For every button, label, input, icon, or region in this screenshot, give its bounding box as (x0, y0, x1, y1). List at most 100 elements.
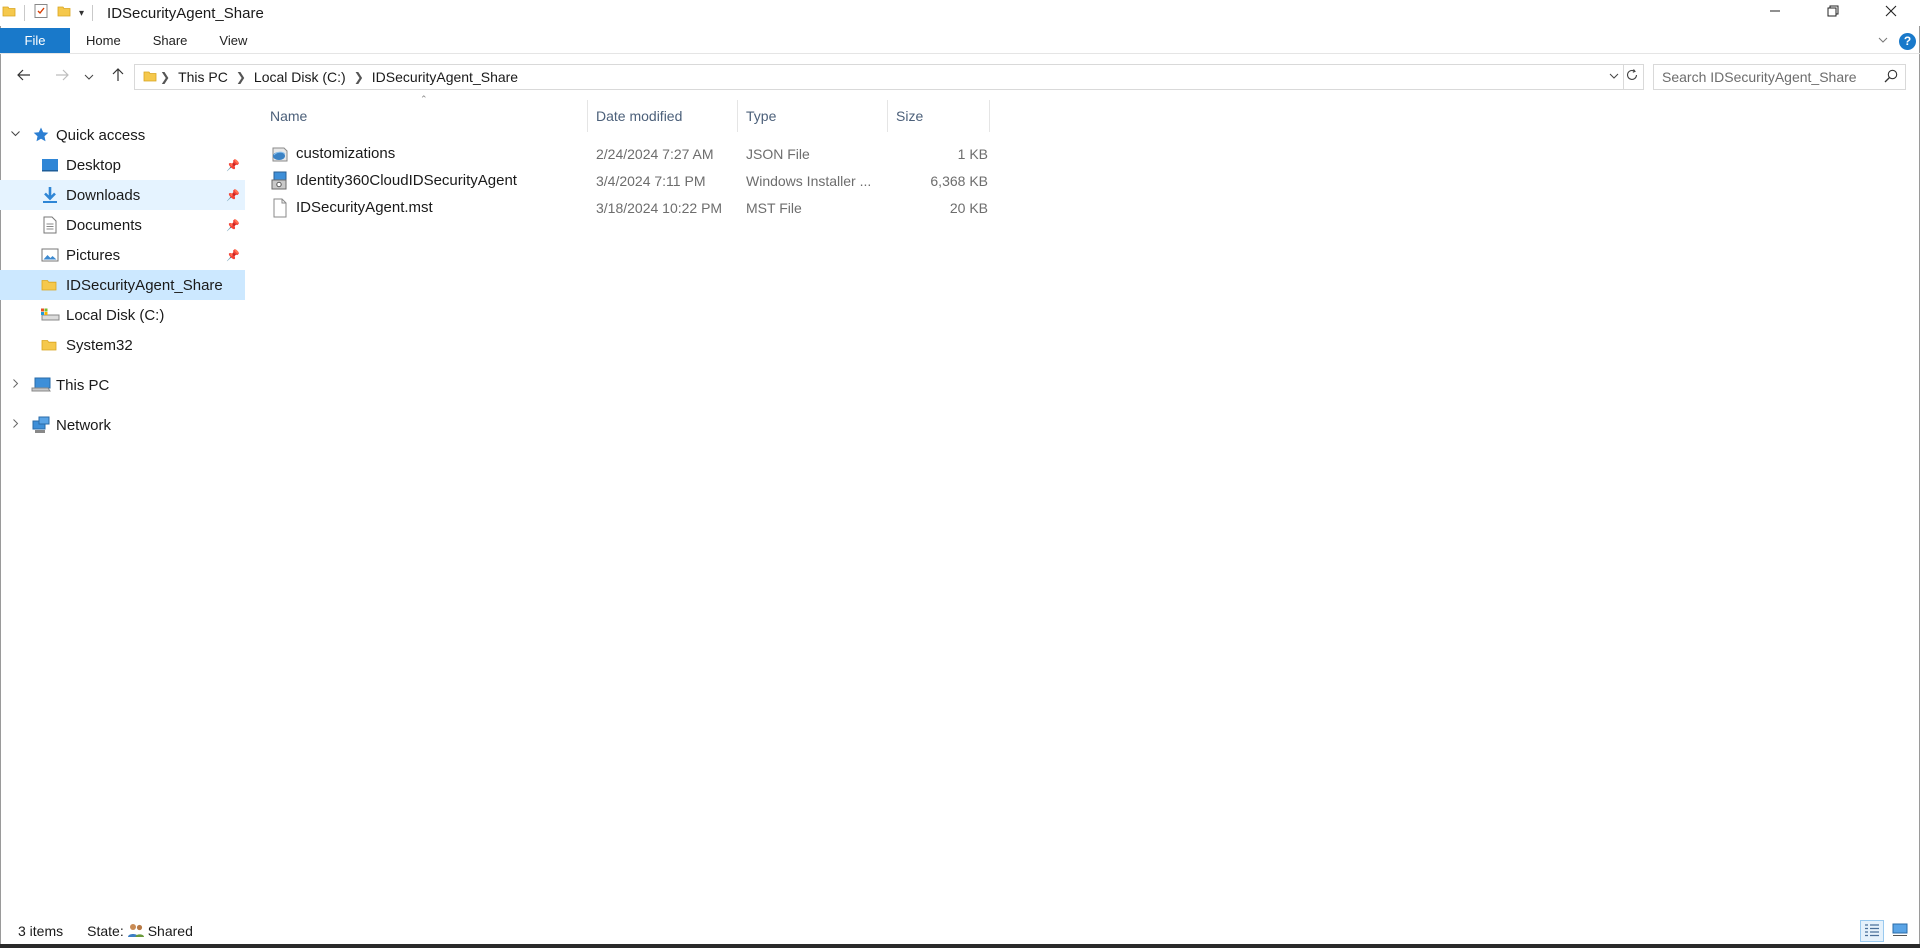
file-name: customizations (296, 145, 396, 162)
desktop-icon (41, 157, 59, 173)
tab-file[interactable]: File (0, 28, 70, 53)
title-bar: ▾ IDSecurityAgent_Share (0, 0, 1920, 26)
breadcrumb-this-pc[interactable]: This PC (173, 69, 233, 85)
ribbon-right-controls: ? (1877, 28, 1916, 54)
properties-icon[interactable] (33, 3, 49, 23)
forward-button[interactable] (50, 60, 74, 94)
drive-icon (40, 307, 60, 323)
window-title: IDSecurityAgent_Share (107, 4, 264, 22)
nav-item-system32[interactable]: System32 (0, 330, 245, 360)
search-input[interactable]: Search IDSecurityAgent_Share (1653, 64, 1906, 90)
table-row[interactable]: customizations 2/24/2024 7:27 AM JSON Fi… (262, 140, 992, 167)
tab-home[interactable]: Home (70, 28, 137, 53)
file-type: MST File (746, 199, 802, 216)
help-button[interactable]: ? (1899, 32, 1916, 50)
table-row[interactable]: Identity360CloudIDSecurityAgent 3/4/2024… (262, 167, 992, 194)
tab-share[interactable]: Share (137, 28, 204, 53)
file-date: 2/24/2024 7:27 AM (596, 145, 714, 162)
recent-locations-button[interactable] (81, 60, 97, 94)
share-state: State: Shared (87, 922, 193, 941)
nav-item-desktop[interactable]: Desktop 📌 (0, 150, 245, 180)
pin-icon: 📌 (226, 219, 240, 232)
chevron-right-icon[interactable]: ❯ (351, 70, 367, 84)
item-count: 3 items (18, 923, 64, 939)
shared-users-icon (127, 922, 145, 941)
file-size: 20 KB (949, 199, 988, 216)
state-label: State: (87, 923, 124, 939)
up-button[interactable] (106, 60, 130, 94)
file-type: Windows Installer ... (746, 172, 872, 189)
column-header-label: Type (746, 108, 777, 124)
toolbar-separator (24, 5, 25, 21)
search-icon (1883, 68, 1899, 87)
large-icons-view-icon (1892, 923, 1908, 940)
column-header-name[interactable]: Name (262, 100, 588, 132)
chevron-right-icon[interactable]: ❯ (233, 70, 249, 84)
breadcrumb-current-folder[interactable]: IDSecurityAgent_Share (367, 69, 523, 85)
restore-button[interactable] (1804, 0, 1862, 26)
nav-item-idsecurityagent-share[interactable]: IDSecurityAgent_Share (0, 270, 245, 300)
nav-quick-access-label: Quick access (56, 126, 146, 144)
downloads-icon (41, 186, 59, 204)
view-switcher (1860, 920, 1912, 942)
back-button[interactable] (12, 60, 36, 94)
chevron-right-icon[interactable]: ❯ (157, 70, 173, 84)
nav-item-label: Desktop (66, 156, 122, 174)
nav-quick-access[interactable]: Quick access (0, 120, 245, 150)
nav-item-local-disk[interactable]: Local Disk (C:) (0, 300, 245, 330)
blank-file-icon (270, 198, 290, 218)
installer-icon (270, 171, 290, 191)
arrow-left-icon (16, 67, 32, 88)
file-date: 3/18/2024 10:22 PM (596, 199, 723, 216)
file-list: ⌃ Name Date modified Type Size customiza… (262, 94, 1912, 910)
chevron-down-icon (84, 67, 94, 87)
nav-item-documents[interactable]: Documents 📌 (0, 210, 245, 240)
refresh-button[interactable] (1620, 64, 1644, 90)
details-view-button[interactable] (1860, 920, 1884, 942)
nav-item-label: Local Disk (C:) (66, 306, 165, 324)
chevron-down-icon[interactable] (8, 128, 22, 142)
window-controls (1746, 0, 1920, 26)
column-header-label: Size (896, 108, 924, 124)
tab-view[interactable]: View (203, 28, 263, 53)
pin-icon: 📌 (226, 189, 240, 202)
breadcrumb-local-disk[interactable]: Local Disk (C:) (249, 69, 351, 85)
file-name-cell: IDSecurityAgent.mst (270, 194, 586, 221)
pictures-icon (41, 247, 59, 263)
close-button[interactable] (1862, 0, 1920, 26)
star-icon (32, 126, 50, 144)
file-name-cell: customizations (270, 140, 586, 167)
nav-item-downloads[interactable]: Downloads 📌 (0, 180, 245, 210)
address-bar[interactable]: ❯ This PC ❯ Local Disk (C:) ❯ IDSecurity… (134, 64, 1624, 90)
chevron-right-icon[interactable] (8, 378, 22, 392)
network-icon (31, 416, 51, 434)
customize-toolbar-icon[interactable]: ▾ (79, 8, 84, 19)
nav-item-label: Pictures (66, 246, 121, 264)
pin-icon: 📌 (226, 249, 240, 262)
new-folder-icon[interactable] (57, 4, 71, 22)
column-header-type[interactable]: Type (738, 100, 888, 132)
taskbar-edge (0, 944, 1920, 948)
address-history-dropdown[interactable] (1609, 65, 1619, 89)
restore-icon (1827, 4, 1839, 22)
nav-network[interactable]: Network (0, 410, 245, 440)
nav-item-label: Documents (66, 216, 142, 234)
chevron-right-icon[interactable] (8, 418, 22, 432)
nav-item-label: IDSecurityAgent_Share (66, 276, 223, 294)
expand-ribbon-icon[interactable] (1877, 33, 1889, 50)
column-header-label: Date modified (596, 108, 683, 124)
status-bar: 3 items State: Shared (0, 918, 1920, 944)
refresh-icon (1625, 68, 1639, 86)
folder-icon (143, 69, 157, 86)
file-name: Identity360CloudIDSecurityAgent (296, 172, 517, 189)
folder-icon (2, 4, 16, 22)
ribbon-tabs: File Home Share View ? (0, 28, 1920, 54)
nav-this-pc[interactable]: This PC (0, 370, 245, 400)
minimize-button[interactable] (1746, 0, 1804, 26)
column-header-size[interactable]: Size (888, 100, 990, 132)
column-header-date[interactable]: Date modified (588, 100, 738, 132)
large-icons-view-button[interactable] (1888, 920, 1912, 942)
file-type: JSON File (746, 145, 810, 162)
table-row[interactable]: IDSecurityAgent.mst 3/18/2024 10:22 PM M… (262, 194, 992, 221)
nav-item-pictures[interactable]: Pictures 📌 (0, 240, 245, 270)
